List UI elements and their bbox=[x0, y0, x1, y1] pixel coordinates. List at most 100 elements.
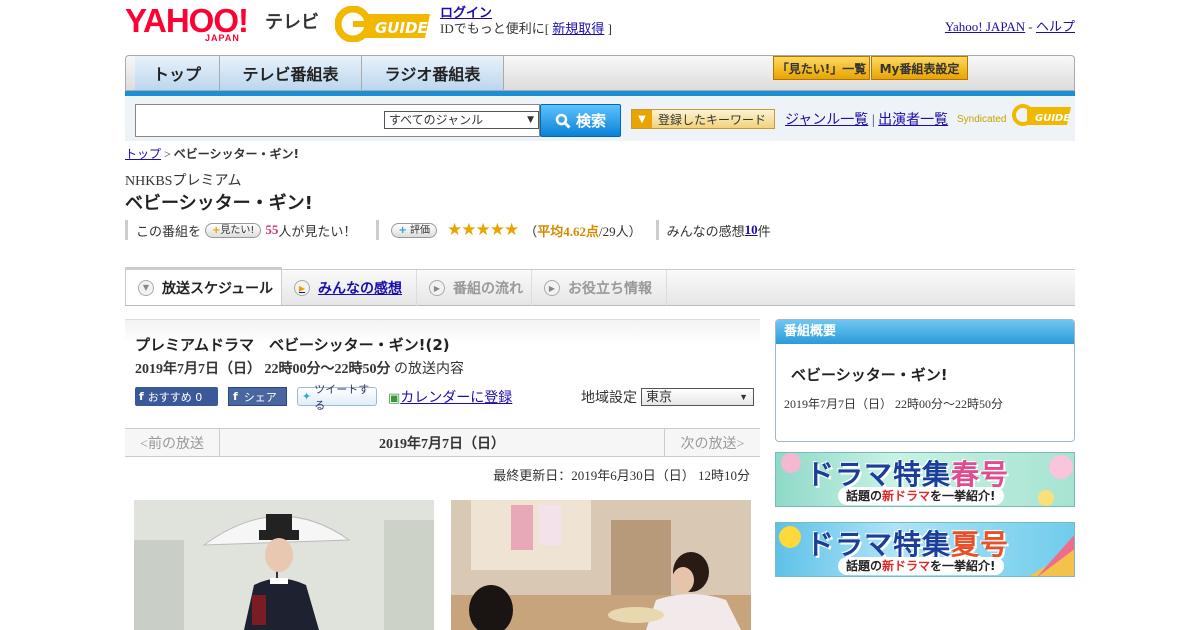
episode-datetime: 2019年7月7日（日） 22時00分～22時50分 の放送内容 bbox=[135, 358, 464, 378]
cast-list-link[interactable]: 出演者一覧 bbox=[878, 113, 948, 128]
impressions-suffix: 件 bbox=[757, 223, 771, 239]
facebook-share-button[interactable]: f シェア bbox=[228, 387, 287, 406]
divider bbox=[655, 220, 659, 240]
region-selected: 東京 bbox=[646, 389, 673, 404]
banner-sub: 話題の新ドラマを一挙紹介! bbox=[838, 557, 1004, 575]
region-select[interactable]: 東京 ▼ bbox=[641, 388, 754, 406]
region-setting: 地域設定 東京 ▼ bbox=[581, 387, 754, 407]
calendar-register-link[interactable]: カレンダーに登録 bbox=[400, 391, 512, 406]
service-name: テレビ bbox=[265, 12, 319, 33]
breadcrumb-current: ベビーシッター・ギン! bbox=[173, 147, 300, 161]
breadcrumb-separator: > bbox=[161, 147, 174, 161]
program-stats: この番組を +見たい! 55 人が見たい！ + 評価 ★★★★★ （平均4.62… bbox=[125, 220, 771, 240]
svg-text:GUIDE: GUIDE bbox=[1035, 113, 1070, 124]
rate-button[interactable]: + 評価 bbox=[391, 222, 438, 238]
breadcrumb: トップ > ベビーシッター・ギン! bbox=[125, 145, 299, 162]
tab-broadcast-schedule[interactable]: ▼ 放送スケジュール bbox=[125, 267, 282, 305]
plus-icon: + bbox=[398, 224, 407, 236]
impressions-count-link[interactable]: 10 bbox=[745, 222, 758, 238]
svg-text:GUIDE: GUIDE bbox=[375, 19, 429, 37]
play-icon: ▶ bbox=[544, 280, 560, 296]
divider bbox=[376, 220, 380, 240]
calendar-add-icon: ▣ bbox=[388, 390, 401, 405]
rate-button-label: 評価 bbox=[410, 224, 431, 236]
login-area: ログイン IDでもっと便利に[ 新規取得 ] bbox=[440, 5, 612, 37]
banner-sub-a: 話題の bbox=[846, 559, 883, 573]
registered-keyword-label: 登録したキーワード bbox=[658, 112, 767, 127]
tweet-label: ツイートする bbox=[314, 382, 370, 412]
search-button[interactable]: 検索 bbox=[540, 104, 621, 137]
want-suffix: 人が見たい！ bbox=[278, 223, 357, 239]
register-link[interactable]: 新規取得 bbox=[552, 21, 604, 36]
facebook-recommend-button[interactable]: f おすすめ 0 bbox=[135, 387, 218, 406]
region-label: 地域設定 bbox=[581, 391, 637, 406]
episode-photo bbox=[451, 500, 751, 630]
rating-stars: ★★★★★ bbox=[447, 220, 519, 239]
facebook-icon: f bbox=[139, 390, 144, 403]
tab-label: 放送スケジュール bbox=[162, 280, 274, 297]
chevron-down-icon: ▼ bbox=[739, 392, 748, 402]
episode-title: プレミアムドラマ ベビーシッター・ギン!(2) bbox=[135, 336, 450, 354]
play-icon: ▶ bbox=[294, 280, 310, 296]
tab-label: みんなの感想 bbox=[318, 281, 402, 297]
registered-keyword-button[interactable]: ▼ 登録したキーワード bbox=[631, 109, 775, 129]
genre-select[interactable]: すべてのジャンル ▼ bbox=[384, 111, 539, 129]
nav-tab-tv-schedule[interactable]: テレビ番組表 bbox=[220, 56, 362, 90]
average-score: 平均4.62点 bbox=[537, 223, 599, 239]
logo-sub: JAPAN bbox=[205, 33, 240, 43]
tab-program-flow: ▶ 番組の流れ bbox=[417, 270, 532, 306]
banner-sub-b: 新ドラマ bbox=[882, 489, 931, 503]
sublink-separator: | bbox=[868, 113, 879, 128]
fb-share-label: シェア bbox=[243, 390, 277, 404]
play-icon: ▶ bbox=[429, 280, 445, 296]
prev-broadcast-link[interactable]: <前の放送 bbox=[125, 429, 220, 456]
channel-name: NHKBSプレミアム bbox=[125, 174, 242, 189]
drama-summer-banner[interactable]: ドラマ特集夏号 話題の新ドラマを一挙紹介! bbox=[775, 522, 1075, 577]
help-link[interactable]: ヘルプ bbox=[1036, 19, 1075, 34]
want-count: 55 bbox=[265, 222, 279, 237]
program-tabs: ▼ 放送スケジュール ▶ みんなの感想 ▶ 番組の流れ ▶ お役立ち情報 bbox=[125, 267, 1075, 306]
tab-label: 番組の流れ bbox=[453, 281, 523, 297]
episode-datetime-value: 2019年7月7日（日） 22時00分～22時50分 bbox=[135, 362, 391, 377]
calendar-register[interactable]: ▣カレンダーに登録 bbox=[388, 387, 512, 407]
gguide-logo[interactable]: GUIDE bbox=[334, 5, 433, 43]
syndicated-text: Syndicated bbox=[957, 114, 1006, 125]
search-icon bbox=[555, 113, 571, 129]
yahoo-japan-logo[interactable]: YAHOO! JAPAN テレビ bbox=[125, 4, 325, 43]
fb-recommend-label: おすすめ 0 bbox=[147, 390, 203, 404]
banner-sub-a: 話題の bbox=[846, 489, 883, 503]
my-schedule-button[interactable]: My番組表設定 bbox=[871, 56, 968, 80]
drama-spring-banner[interactable]: ドラマ特集春号 話題の新ドラマを一挙紹介! bbox=[775, 452, 1075, 507]
want-button[interactable]: +見たい! bbox=[205, 222, 262, 238]
want-button-label: 見たい! bbox=[220, 224, 255, 236]
yahoo-japan-link[interactable]: Yahoo! JAPAN bbox=[945, 19, 1025, 34]
page-title: ベビーシッター・ギン! bbox=[125, 193, 313, 214]
avg-rest: /29人） bbox=[599, 223, 642, 239]
genre-list-link[interactable]: ジャンル一覧 bbox=[785, 113, 868, 128]
impressions-prefix: みんなの感想 bbox=[666, 223, 745, 239]
search-button-label: 検索 bbox=[575, 112, 606, 130]
avg-open: （ bbox=[524, 223, 538, 239]
login-link[interactable]: ログイン bbox=[440, 5, 492, 20]
breadcrumb-top-link[interactable]: トップ bbox=[125, 147, 161, 161]
overview-title: ベビーシッター・ギン! bbox=[791, 366, 948, 384]
divider bbox=[125, 220, 128, 240]
next-broadcast-link[interactable]: 次の放送> bbox=[664, 429, 760, 456]
tab-impressions[interactable]: ▶ みんなの感想 bbox=[282, 270, 417, 306]
episode-photo bbox=[134, 500, 434, 630]
banner-sub-b: 新ドラマ bbox=[882, 559, 931, 573]
nav-tab-top[interactable]: トップ bbox=[135, 56, 220, 90]
banner-sub-c: を一挙紹介! bbox=[930, 559, 996, 573]
nav-tab-radio-schedule[interactable]: ラジオ番組表 bbox=[362, 56, 504, 90]
top-links: Yahoo! JAPAN - ヘルプ bbox=[945, 16, 1075, 35]
tweet-button[interactable]: ✦ ツイートする bbox=[297, 383, 377, 412]
banner-sub-c: を一挙紹介! bbox=[930, 489, 996, 503]
broadcast-pager: <前の放送 2019年7月7日（日） 次の放送> bbox=[125, 428, 760, 457]
tab-label: お役立ち情報 bbox=[568, 281, 652, 297]
current-broadcast-date: 2019年7月7日（日） bbox=[379, 436, 505, 452]
link-separator: - bbox=[1025, 19, 1036, 34]
triangle-down-icon: ▼ bbox=[632, 110, 652, 128]
tab-useful-info: ▶ お役立ち情報 bbox=[532, 270, 667, 306]
sub-links: ジャンル一覧 | 出演者一覧 bbox=[785, 109, 948, 129]
want-list-button[interactable]: 「見たい!」一覧 bbox=[773, 56, 870, 80]
